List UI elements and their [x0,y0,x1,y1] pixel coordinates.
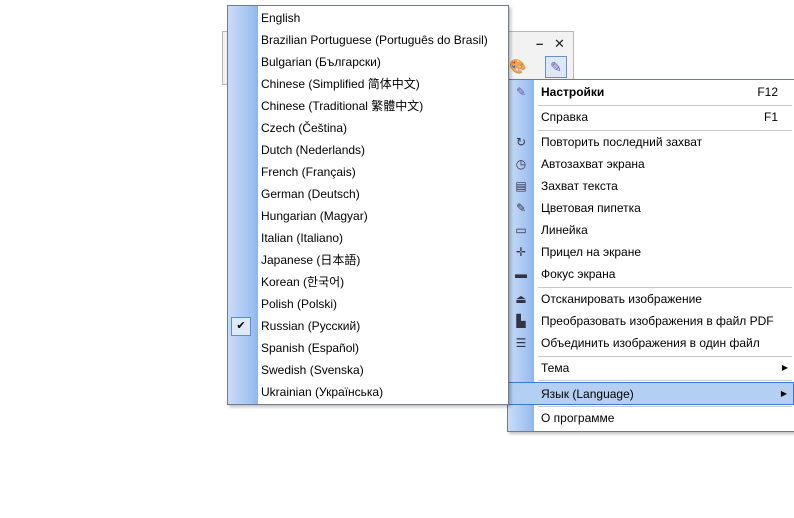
label: Hungarian (Magyar) [261,209,368,223]
menu-item[interactable]: Spanish (Español) [228,337,508,359]
minimize-button[interactable]: – [536,36,543,51]
menu-item[interactable]: Ukrainian (Українська) [228,381,508,403]
ruler-icon: ▭ [515,223,527,237]
text-capture-icon: ▤ [515,179,527,193]
label: Japanese (日本語) [261,253,361,267]
menu-item[interactable]: Czech (Čeština) [228,117,508,139]
menu-item[interactable]: ▤ Захват текста [508,175,794,197]
label: English [261,11,301,25]
menu-item[interactable]: ↻ Повторить последний захват [508,131,794,153]
label: Объединить изображения в один файл [541,336,760,350]
label: Прицел на экране [541,245,642,259]
label: Фокус экрана [541,267,616,281]
scanner-icon: ⏏ [515,292,527,306]
menu-item[interactable]: ▬ Фокус экрана [508,263,794,285]
eyedropper-icon: ✎ [515,201,527,215]
palette-icon[interactable]: 🎨 [508,56,528,76]
menu-item[interactable]: ▙ Преобразовать изображения в файл PDF [508,310,794,332]
settings-icon: ✎ [515,85,527,99]
submenu-arrow-icon: ▶ [780,389,787,398]
label: Swedish (Svenska) [261,363,364,377]
menu-item-help[interactable]: Справка F1 [508,106,794,128]
separator [538,380,792,381]
menu-item[interactable]: Italian (Italiano) [228,227,508,249]
menu-item-settings[interactable]: ✎ Настройки F12 [508,81,794,103]
label: Захват текста [541,179,618,193]
menu-item[interactable]: ✔ Russian (Русский) [228,315,508,337]
menu-item[interactable]: Chinese (Simplified 简体中文) [228,73,508,95]
menu-item[interactable]: ◷ Автозахват экрана [508,153,794,175]
menu-item[interactable]: Dutch (Nederlands) [228,139,508,161]
close-button[interactable]: ✕ [554,36,565,52]
label: Italian (Italiano) [261,231,344,245]
label: Korean (한국어) [261,275,345,289]
menu-item[interactable]: Chinese (Traditional 繁體中文) [228,95,508,117]
label: Spanish (Español) [261,341,360,355]
crosshair-icon: ✛ [515,245,527,259]
label: Ukrainian (Українська) [261,385,384,399]
menu-item[interactable]: ✛ Прицел на экране [508,241,794,263]
menu-item[interactable]: Brazilian Portuguese (Português do Brasi… [228,29,508,51]
pdf-icon: ▙ [516,314,526,328]
menu-item-language[interactable]: Язык (Language) ▶ [508,382,794,405]
label: Цветовая пипетка [541,201,641,215]
label: О программе [541,411,615,425]
menu-item[interactable]: ☰ Объединить изображения в один файл [508,332,794,354]
menu-item[interactable]: ✎ Цветовая пипетка [508,197,794,219]
language-submenu: English Brazilian Portuguese (Português d… [227,5,509,405]
label: Справка [541,110,589,124]
label: Czech (Čeština) [261,121,348,135]
menu-item[interactable]: ⏏ Отсканировать изображение [508,288,794,310]
submenu-arrow-icon: ▶ [781,363,788,372]
label: Bulgarian (Български) [261,55,381,69]
menu-item[interactable]: German (Deutsch) [228,183,508,205]
label: Brazilian Portuguese (Português do Brasi… [261,33,488,47]
combine-icon: ☰ [515,336,527,350]
label: Повторить последний захват [541,135,703,149]
menu-item[interactable]: ▭ Линейка [508,219,794,241]
label: Russian (Русский) [261,319,361,333]
settings-icon[interactable]: ✎ [545,56,567,78]
label: Преобразовать изображения в файл PDF [541,314,774,328]
main-menu: ✎ Настройки F12 Справка F1 Тема ▶ Язык (… [507,79,794,432]
menu-item-about[interactable]: О программе [508,407,794,429]
label: Отсканировать изображение [541,292,702,306]
label: Dutch (Nederlands) [261,143,366,157]
shortcut: F1 [763,110,778,124]
shortcut: F12 [757,85,778,99]
menu-item[interactable]: Hungarian (Magyar) [228,205,508,227]
clock-icon: ◷ [515,157,527,171]
label: Chinese (Traditional 繁體中文) [261,99,424,113]
menu-item[interactable]: Bulgarian (Български) [228,51,508,73]
menu-item[interactable]: Japanese (日本語) [228,249,508,271]
menu-item[interactable]: French (Français) [228,161,508,183]
label: Настройки [541,85,605,99]
menu-item-theme[interactable]: Тема ▶ [508,357,794,379]
repeat-capture-icon: ↻ [515,135,527,149]
menu-item[interactable]: Korean (한국어) [228,271,508,293]
screen-focus-icon: ▬ [515,267,527,281]
label: French (Français) [261,165,356,179]
label: Автозахват экрана [541,157,645,171]
label: Тема [541,361,570,375]
menu-item[interactable]: Polish (Polski) [228,293,508,315]
label: Chinese (Simplified 简体中文) [261,77,420,91]
menu-item[interactable]: English [228,7,508,29]
label: Линейка [541,223,588,237]
menu-item[interactable]: Swedish (Svenska) [228,359,508,381]
checkmark-icon: ✔ [231,317,251,336]
label: Язык (Language) [541,387,634,401]
label: German (Deutsch) [261,187,360,201]
label: Polish (Polski) [261,297,338,311]
